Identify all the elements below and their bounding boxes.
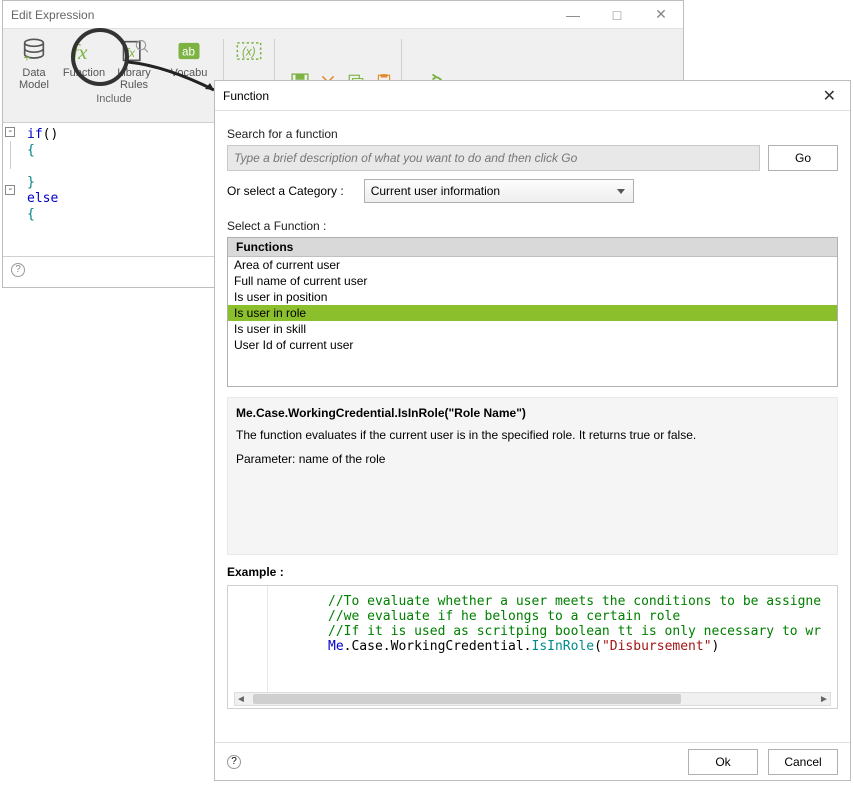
maximize-button[interactable]: □ bbox=[595, 2, 639, 28]
search-label: Search for a function bbox=[227, 127, 838, 141]
library-icon: fx bbox=[120, 37, 148, 65]
code-comment: //If it is used as scritping boolean tt … bbox=[328, 624, 821, 639]
dialog-title-bar: Function ✕ bbox=[215, 81, 850, 111]
database-icon: + bbox=[20, 37, 48, 65]
horizontal-scrollbar[interactable]: ◄ ► bbox=[234, 692, 831, 706]
code-comment: //we evaluate if he belongs to a certain… bbox=[328, 609, 680, 624]
ribbon-group-include: + Data Model fx Function fx Library Rule… bbox=[9, 33, 219, 122]
code-keyword: if bbox=[27, 127, 43, 142]
function-item[interactable]: Area of current user bbox=[228, 257, 837, 273]
code-text: () bbox=[43, 127, 59, 142]
dialog-title: Function bbox=[223, 89, 817, 103]
functions-header: Functions bbox=[228, 238, 837, 257]
function-list[interactable]: Functions Area of current user Full name… bbox=[227, 237, 838, 387]
code-identifier: Me bbox=[328, 639, 344, 654]
ribbon-group-label: Include bbox=[96, 93, 131, 105]
example-code-box: //To evaluate whether a user meets the c… bbox=[227, 585, 838, 709]
function-item[interactable]: Is user in skill bbox=[228, 321, 837, 337]
svg-text:fx: fx bbox=[72, 40, 88, 64]
fold-gutter bbox=[5, 127, 17, 199]
close-icon[interactable]: ✕ bbox=[817, 86, 842, 106]
select-function-label: Select a Function : bbox=[227, 219, 838, 233]
vocabulary-icon: ab bbox=[175, 37, 203, 65]
code-string: "Disbursement" bbox=[602, 639, 712, 654]
function-icon: fx bbox=[70, 37, 98, 65]
category-select[interactable]: Current user information bbox=[364, 179, 634, 203]
svg-text:+: + bbox=[24, 52, 31, 65]
function-dialog: Function ✕ Search for a function Type a … bbox=[214, 80, 851, 781]
svg-text:ab: ab bbox=[182, 46, 195, 59]
cancel-button[interactable]: Cancel bbox=[768, 749, 838, 775]
search-placeholder: Type a brief description of what you wan… bbox=[234, 151, 577, 165]
svg-text:fx: fx bbox=[126, 47, 136, 60]
function-item[interactable]: Full name of current user bbox=[228, 273, 837, 289]
code-text: ) bbox=[712, 639, 720, 654]
function-item[interactable]: User Id of current user bbox=[228, 337, 837, 353]
help-icon[interactable]: ? bbox=[227, 755, 241, 769]
code-keyword: else bbox=[27, 191, 58, 206]
ribbon-data-model[interactable]: + Data Model bbox=[9, 33, 59, 91]
code-text: ( bbox=[594, 639, 602, 654]
close-window-button[interactable]: ✕ bbox=[639, 2, 683, 28]
code-method: IsInRole bbox=[532, 639, 595, 654]
title-bar: Edit Expression — □ ✕ bbox=[3, 1, 683, 29]
ribbon-label: Library Rules bbox=[117, 67, 151, 91]
ribbon-vocabulary[interactable]: ab Vocabu bbox=[159, 33, 219, 91]
ok-button[interactable]: Ok bbox=[688, 749, 758, 775]
minimize-button[interactable]: — bbox=[551, 2, 595, 28]
window-title: Edit Expression bbox=[11, 8, 551, 22]
description-panel: Me.Case.WorkingCredential.IsInRole("Role… bbox=[227, 397, 838, 555]
function-description: The function evaluates if the current us… bbox=[236, 428, 829, 442]
function-signature: Me.Case.WorkingCredential.IsInRole("Role… bbox=[236, 406, 829, 420]
category-value: Current user information bbox=[371, 184, 500, 198]
fold-icon[interactable] bbox=[5, 185, 15, 195]
fold-icon[interactable] bbox=[5, 127, 15, 137]
ribbon-label: Data Model bbox=[19, 67, 49, 91]
function-item-selected[interactable]: Is user in role bbox=[228, 305, 837, 321]
scroll-left-icon[interactable]: ◄ bbox=[235, 694, 247, 705]
svg-text:(x): (x) bbox=[242, 46, 256, 59]
scroll-right-icon[interactable]: ► bbox=[818, 694, 830, 705]
code-comment: //To evaluate whether a user meets the c… bbox=[328, 594, 821, 609]
code-text: .Case.WorkingCredential. bbox=[344, 639, 532, 654]
function-item[interactable]: Is user in position bbox=[228, 289, 837, 305]
function-parameter: Parameter: name of the role bbox=[236, 452, 829, 466]
example-label: Example : bbox=[227, 565, 838, 579]
search-input[interactable]: Type a brief description of what you wan… bbox=[227, 145, 760, 171]
example-code[interactable]: //To evaluate whether a user meets the c… bbox=[228, 586, 837, 662]
scrollbar-thumb[interactable] bbox=[253, 694, 681, 704]
ribbon-label: Vocabu bbox=[171, 67, 208, 79]
code-brace: { bbox=[27, 143, 35, 158]
ribbon-function[interactable]: fx Function bbox=[59, 33, 109, 91]
code-brace: { bbox=[27, 207, 35, 222]
code-brace: } bbox=[27, 175, 35, 190]
dialog-footer: ? Ok Cancel bbox=[215, 742, 850, 780]
variable-icon: (x) bbox=[235, 37, 263, 65]
ribbon-label: Function bbox=[63, 67, 105, 79]
ribbon-library-rules[interactable]: fx Library Rules bbox=[109, 33, 159, 91]
help-icon[interactable]: ? bbox=[11, 263, 25, 277]
go-button[interactable]: Go bbox=[768, 145, 838, 171]
example-gutter bbox=[228, 586, 268, 692]
category-label: Or select a Category : bbox=[227, 184, 344, 198]
